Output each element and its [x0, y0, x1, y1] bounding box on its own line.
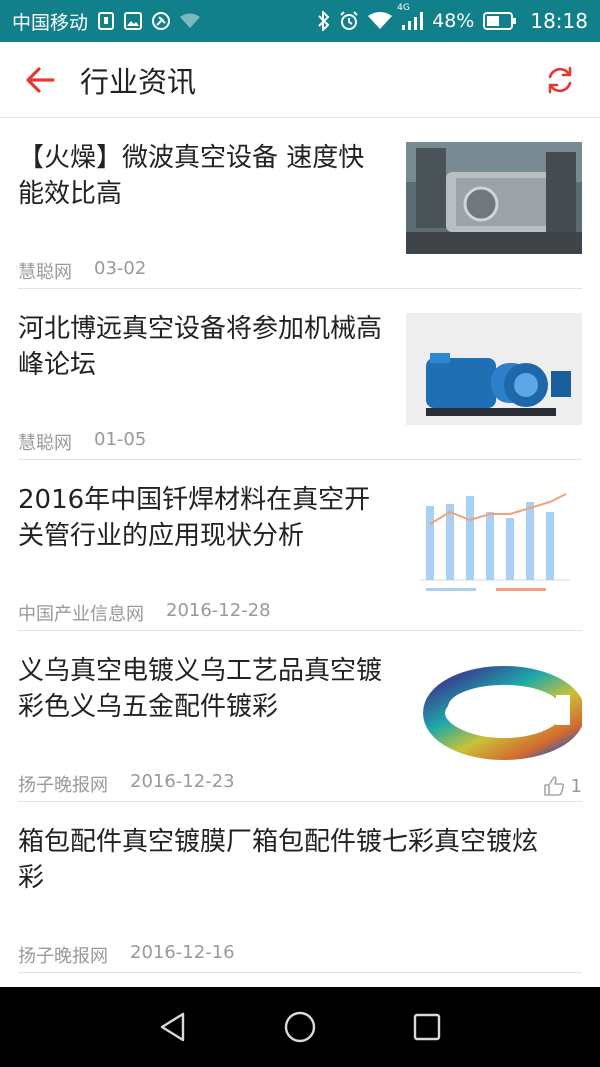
news-date: 2016-12-23: [130, 771, 235, 792]
news-date: 01-05: [94, 429, 147, 450]
news-title: 【火燥】微波真空设备 速度快能效比高: [18, 143, 365, 209]
system-nav-bar: [0, 987, 600, 1067]
news-title: 义乌真空电镀义乌工艺品真空镀彩色义乌五金配件镀彩: [18, 656, 383, 722]
news-title: 2016年中国钎焊材料在真空开关管行业的应用现状分析: [18, 485, 371, 551]
news-item[interactable]: 箱包配件真空镀膜厂箱包配件镀七彩真空镀炫彩 扬子晚报网 2016-12-16: [18, 802, 582, 973]
back-button[interactable]: [0, 42, 80, 118]
thumbs-up-icon: [543, 776, 564, 796]
news-date: 03-02: [94, 258, 147, 279]
news-source: 扬子晚报网: [18, 946, 108, 967]
status-bar: 中国移动 4G 48% 18:18: [0, 0, 600, 42]
news-meta: 慧聪网 01-05: [18, 429, 146, 455]
circle-home-icon: [284, 1011, 316, 1043]
nav-recents-button[interactable]: [397, 997, 457, 1057]
nav-home-button[interactable]: [270, 997, 330, 1057]
news-meta: 慧聪网 03-02: [18, 258, 146, 284]
news-thumbnail-iridescent-ring: [406, 655, 582, 767]
back-arrow-icon: [26, 66, 55, 93]
news-meta: 中国产业信息网 2016-12-28: [18, 600, 271, 626]
news-item[interactable]: 河北博远真空设备将参加机械高峰论坛 慧聪网 01-05: [18, 289, 582, 460]
page-title: 行业资讯: [80, 64, 197, 99]
news-date: 2016-12-28: [166, 600, 271, 621]
news-thumbnail-vacuum-pump: [406, 313, 582, 425]
news-source: 中国产业信息网: [18, 604, 144, 625]
news-date: 2016-12-16: [130, 942, 235, 963]
network-type: 4G: [397, 3, 410, 13]
battery-percent: 48%: [432, 10, 475, 32]
alarm-icon: [339, 11, 359, 31]
refresh-button[interactable]: [542, 62, 578, 98]
wifi-question-icon: [180, 13, 201, 29]
gallery-icon: [124, 12, 143, 30]
news-title: 箱包配件真空镀膜厂箱包配件镀七彩真空镀炫彩: [18, 827, 539, 893]
news-item[interactable]: 义乌真空电镀义乌工艺品真空镀彩色义乌五金配件镀彩 扬子晚报网 2016-12-2…: [18, 631, 582, 802]
signal-icon: 4G: [397, 3, 424, 31]
square-recents-icon: [413, 1013, 440, 1041]
battery-icon: [483, 12, 517, 30]
news-list: 【火燥】微波真空设备 速度快能效比高 慧聪网 03-02 河北博远真空设备将参加…: [0, 118, 600, 973]
like-count: 1: [570, 775, 582, 797]
news-meta: 扬子晚报网 2016-12-23: [18, 771, 235, 797]
news-title: 河北博远真空设备将参加机械高峰论坛: [18, 314, 383, 380]
news-thumbnail-microwave-vacuum-equipment: [406, 142, 582, 254]
bluetooth-icon: [318, 11, 330, 31]
app-header: 行业资讯: [0, 42, 600, 118]
sim-icon: [98, 12, 115, 30]
clock: 18:18: [530, 9, 588, 33]
news-thumbnail-chart-image: [406, 484, 582, 596]
news-source: 慧聪网: [18, 262, 72, 283]
like-button[interactable]: 1: [543, 775, 582, 797]
nav-back-button[interactable]: [143, 997, 203, 1057]
refresh-icon: [548, 66, 572, 94]
triangle-back-icon: [161, 1012, 185, 1042]
compass-icon: [152, 12, 171, 30]
wifi-icon: [368, 12, 393, 30]
news-item[interactable]: 2016年中国钎焊材料在真空开关管行业的应用现状分析 中国产业信息网 2016-…: [18, 460, 582, 631]
news-source: 扬子晚报网: [18, 775, 108, 796]
news-item[interactable]: 【火燥】微波真空设备 速度快能效比高 慧聪网 03-02: [18, 118, 582, 289]
news-meta: 扬子晚报网 2016-12-16: [18, 942, 235, 968]
carrier-name: 中国移动: [12, 11, 89, 34]
news-source: 慧聪网: [18, 433, 72, 454]
